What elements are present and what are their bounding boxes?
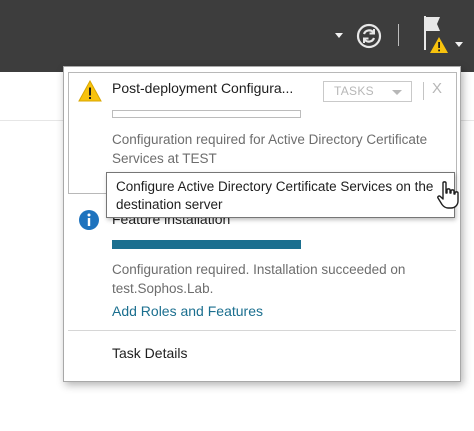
- toolbar-separator: [398, 24, 399, 46]
- notification-flag-icon[interactable]: [420, 14, 454, 63]
- top-bar: [0, 0, 474, 72]
- tooltip-text: Configure Active Directory Certificate S…: [116, 179, 434, 212]
- server-manager-window: Post-deployment Configura... TASKS X Con…: [0, 0, 474, 431]
- info-icon: [78, 209, 100, 236]
- progress-bar: [112, 240, 301, 249]
- hand-cursor-icon: [436, 180, 462, 215]
- progress-bar: [112, 110, 301, 118]
- add-roles-and-features-link[interactable]: Add Roles and Features: [112, 303, 263, 319]
- dropdown-caret-icon[interactable]: [335, 33, 343, 38]
- tooltip: Configure Active Directory Certificate S…: [106, 172, 455, 218]
- tasks-button[interactable]: TASKS: [323, 81, 412, 102]
- close-separator: [423, 82, 424, 100]
- tasks-button-label: TASKS: [334, 84, 374, 98]
- notification-title: Post-deployment Configura...: [112, 80, 294, 96]
- panel-divider: [68, 330, 456, 331]
- warning-icon: [78, 79, 102, 107]
- refresh-icon[interactable]: [355, 22, 383, 55]
- notification-description: Configuration required. Installation suc…: [112, 262, 406, 296]
- task-details-link[interactable]: Task Details: [112, 345, 187, 361]
- notification-description: Configuration required for Active Direct…: [112, 132, 428, 166]
- close-button[interactable]: X: [432, 80, 442, 97]
- chevron-down-icon: [392, 90, 402, 95]
- flag-dropdown-caret-icon[interactable]: [455, 42, 463, 47]
